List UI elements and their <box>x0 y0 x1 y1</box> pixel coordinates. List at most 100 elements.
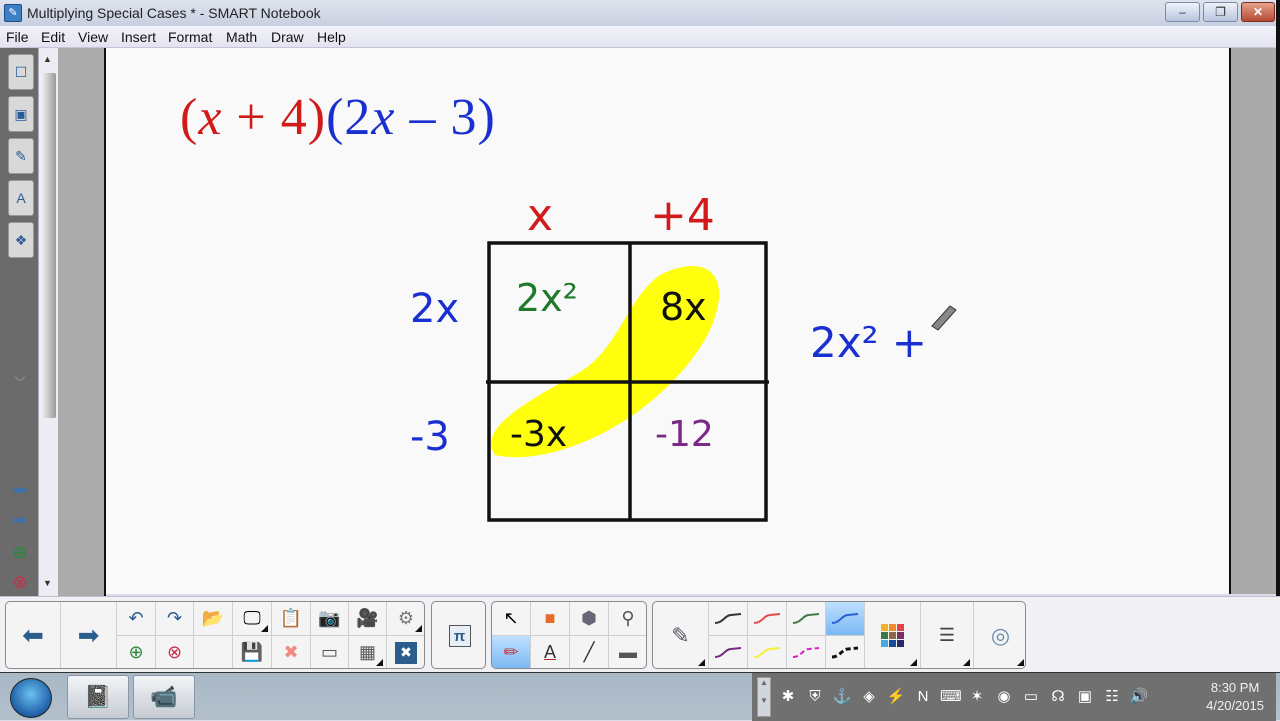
add-page-side-button[interactable]: ⊕ <box>6 540 34 564</box>
menu-draw[interactable]: Draw <box>271 29 304 45</box>
close-button[interactable]: ✕ <box>1241 2 1275 22</box>
redo-icon: ↷ <box>166 608 183 628</box>
text-tool[interactable]: A <box>531 636 570 668</box>
fill-effects-button[interactable]: ◎ <box>974 602 1025 668</box>
bluetooth-icon[interactable]: ✱ <box>778 687 798 707</box>
menu-bar: File Edit View Insert Format Math Draw H… <box>0 26 1280 48</box>
menu-help[interactable]: Help <box>317 29 346 45</box>
next-page-side-button[interactable]: ➡ <box>6 508 34 532</box>
insert-table-button[interactable]: ▦ <box>349 636 387 668</box>
pen-type-button[interactable]: ✎ <box>653 602 709 668</box>
attachments-tab[interactable]: ✎ <box>8 138 34 174</box>
addons-tab[interactable]: ❖ <box>8 222 34 258</box>
tray-scroll-button[interactable]: ▲ ▼ <box>757 677 771 717</box>
column-header-plus4: +4 <box>650 190 715 241</box>
vertical-scrollbar[interactable]: ▲ ▼ <box>38 48 58 596</box>
menu-file[interactable]: File <box>6 29 29 45</box>
onenote-icon[interactable]: N <box>913 687 933 707</box>
volume-icon[interactable]: 🔊 <box>1129 687 1149 707</box>
redo-button[interactable]: ↷ <box>156 602 194 636</box>
canvas-margin-right <box>1231 48 1277 594</box>
response-button[interactable]: ⚙ <box>387 602 424 636</box>
display-icon[interactable]: ▭ <box>1021 687 1041 707</box>
system-tray: ▲ ▼ 8:30 PM 4/20/2015 ✱ ⛨ ⚓ ◈ ⚡ N ⌨ ✶ ◉ ▭ ☊ ▣ ☷ 🔊 <box>752 673 1276 721</box>
pen-style-2[interactable] <box>748 602 787 636</box>
antivirus-icon[interactable]: ⛨ <box>805 687 825 707</box>
eraser-tool[interactable]: ▬ <box>609 636 646 668</box>
color-palette-button[interactable] <box>865 602 921 668</box>
screen-shade-button[interactable]: 🖵 <box>233 602 272 636</box>
palette-swatch <box>881 624 888 631</box>
delete-page-side-button[interactable]: ⊗ <box>6 570 34 594</box>
empty-toolbar-slot <box>194 636 233 668</box>
system-clock[interactable]: 8:30 PM 4/20/2015 <box>1206 679 1264 715</box>
next-page-button[interactable]: ➡ <box>61 602 117 668</box>
smart-notebook-taskbar-button[interactable]: 📓 <box>67 675 129 719</box>
headset-icon[interactable]: ☊ <box>1048 687 1068 707</box>
add-page-button[interactable]: ⊕ <box>117 636 156 668</box>
document-camera-taskbar-button[interactable]: 📹 <box>133 675 195 719</box>
pen-stroke-icon <box>753 646 781 658</box>
table-icon: ▦ <box>358 642 376 662</box>
network-icon[interactable]: ☷ <box>1102 687 1122 707</box>
transparency-icon: ◎ <box>990 622 1011 648</box>
minimize-button[interactable]: – <box>1165 2 1200 22</box>
shapes-tool[interactable]: ■ <box>531 602 570 636</box>
adobe-icon[interactable]: ◈ <box>859 687 879 707</box>
pen-style-1[interactable] <box>709 602 748 636</box>
pen-style-7[interactable] <box>787 636 826 668</box>
close-toolbar-button[interactable]: ✖ <box>387 636 424 668</box>
pen-style-5[interactable] <box>709 636 748 668</box>
screen-capture-button[interactable]: 📷 <box>311 602 349 636</box>
network-share-icon[interactable]: ⚓ <box>832 687 852 707</box>
pen-style-4[interactable] <box>826 602 865 636</box>
lines-tool[interactable]: ╱ <box>570 636 609 668</box>
color-palette-icon <box>881 624 904 647</box>
menu-view[interactable]: View <box>78 29 108 45</box>
menu-insert[interactable]: Insert <box>121 29 156 45</box>
menu-format[interactable]: Format <box>168 29 212 45</box>
scroll-thumb[interactable] <box>41 73 56 418</box>
pen-style-6[interactable] <box>748 636 787 668</box>
line-properties-button[interactable]: ☰ <box>921 602 974 668</box>
cell-8x: 8x <box>660 285 707 329</box>
properties-tab[interactable]: A <box>8 180 34 216</box>
keyboard-icon[interactable]: ⌨ <box>940 687 962 707</box>
open-file-button[interactable]: 📂 <box>194 602 233 636</box>
scroll-down-arrow[interactable]: ▼ <box>43 578 52 588</box>
cursor-arrow-icon: ↖ <box>503 608 519 628</box>
previous-page-icon: ⬅ <box>12 479 28 500</box>
pen-style-8[interactable] <box>826 636 865 668</box>
select-tool[interactable]: ↖ <box>492 602 531 636</box>
monitor-icon[interactable]: ▣ <box>1075 687 1095 707</box>
delete-page-button[interactable]: ⊗ <box>156 636 194 668</box>
pen-style-3[interactable] <box>787 602 826 636</box>
start-button[interactable] <box>10 678 52 718</box>
paste-button[interactable]: 📋 <box>272 602 311 636</box>
addons-icon: ❖ <box>14 231 28 248</box>
collapse-handle-icon[interactable]: ◡ <box>6 363 34 387</box>
restore-button[interactable]: ❐ <box>1203 2 1238 22</box>
scroll-up-arrow[interactable]: ▲ <box>43 54 52 64</box>
line-style-icon: ☰ <box>938 625 956 645</box>
page-sorter-tab[interactable]: ☐ <box>8 54 34 90</box>
delete-button[interactable]: ✖ <box>272 636 311 668</box>
full-screen-button[interactable]: ▭ <box>311 636 349 668</box>
menu-math[interactable]: Math <box>226 29 257 45</box>
menu-edit[interactable]: Edit <box>41 29 65 45</box>
previous-page-button[interactable]: ⬅ <box>6 602 61 668</box>
power-icon[interactable]: ⚡ <box>886 687 906 707</box>
previous-page-side-button[interactable]: ⬅ <box>6 478 34 502</box>
palette-swatch <box>889 640 896 647</box>
fill-tool[interactable]: ⚲ <box>609 602 646 636</box>
gallery-tab[interactable]: ▣ <box>8 96 34 132</box>
pens-tool[interactable]: ✏ <box>492 636 531 668</box>
connection-icon[interactable]: ✶ <box>967 687 987 707</box>
document-camera-button[interactable]: 🎥 <box>349 602 387 636</box>
math-tools-button[interactable]: π <box>432 602 485 668</box>
regular-polygons-tool[interactable]: ⬢ <box>570 602 609 636</box>
projector-screen-icon: ▭ <box>320 642 338 662</box>
burn-icon[interactable]: ◉ <box>994 687 1014 707</box>
undo-button[interactable]: ↶ <box>117 602 156 636</box>
save-button[interactable]: 💾 <box>233 636 272 668</box>
